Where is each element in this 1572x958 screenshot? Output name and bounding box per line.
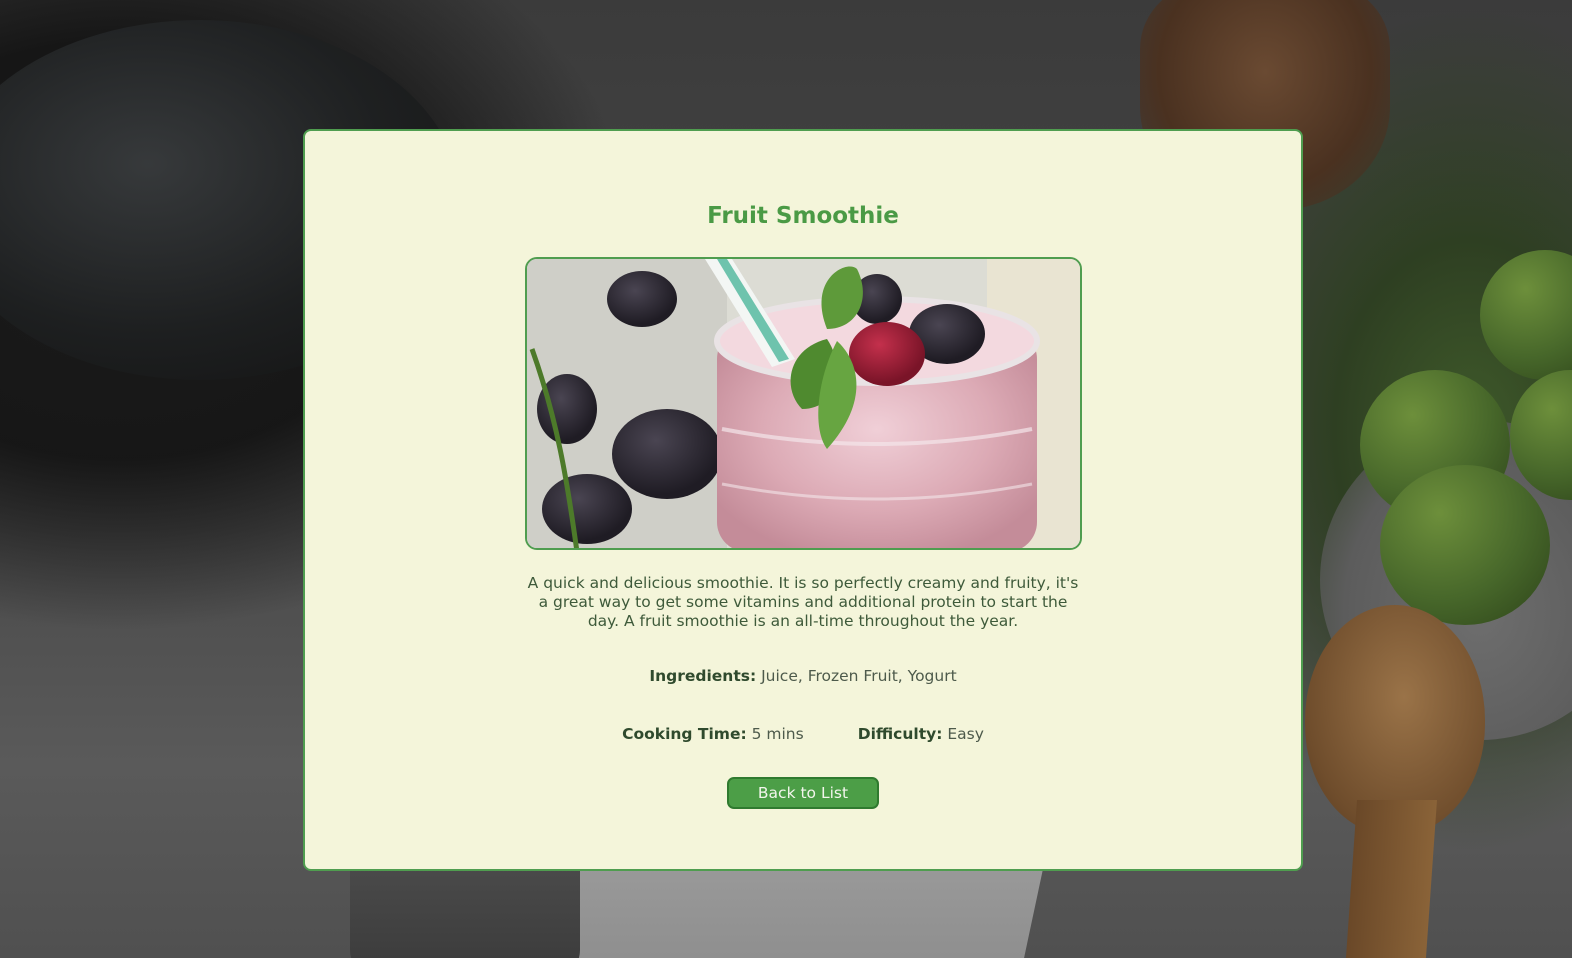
cooking-time: Cooking Time: 5 mins [622, 725, 804, 743]
recipe-description: A quick and delicious smoothie. It is so… [527, 574, 1079, 630]
background-cup [350, 860, 580, 958]
background-lime [1380, 465, 1550, 625]
ingredients-label: Ingredients: [649, 667, 757, 685]
recipe-detail-card: Fruit Smoothie A quick and delicious smo… [303, 129, 1303, 871]
background-lime [1480, 250, 1572, 380]
difficulty-label: Difficulty: [857, 725, 943, 743]
cooking-time-label: Cooking Time: [622, 725, 747, 743]
cooking-time-value: 5 mins [751, 725, 804, 743]
background-spoon-handle [1343, 800, 1437, 958]
recipe-ingredients: Ingredients: Juice, Frozen Fruit, Yogurt [649, 667, 956, 685]
recipe-meta: Cooking Time: 5 mins Difficulty: Easy [622, 725, 984, 743]
difficulty-value: Easy [947, 725, 984, 743]
back-to-list-button[interactable]: Back to List [727, 777, 879, 809]
recipe-image [524, 257, 1082, 550]
recipe-title: Fruit Smoothie [707, 203, 899, 229]
ingredients-value: Juice, Frozen Fruit, Yogurt [761, 667, 957, 685]
background-cookbook [545, 860, 1045, 958]
difficulty: Difficulty: Easy [858, 725, 984, 743]
